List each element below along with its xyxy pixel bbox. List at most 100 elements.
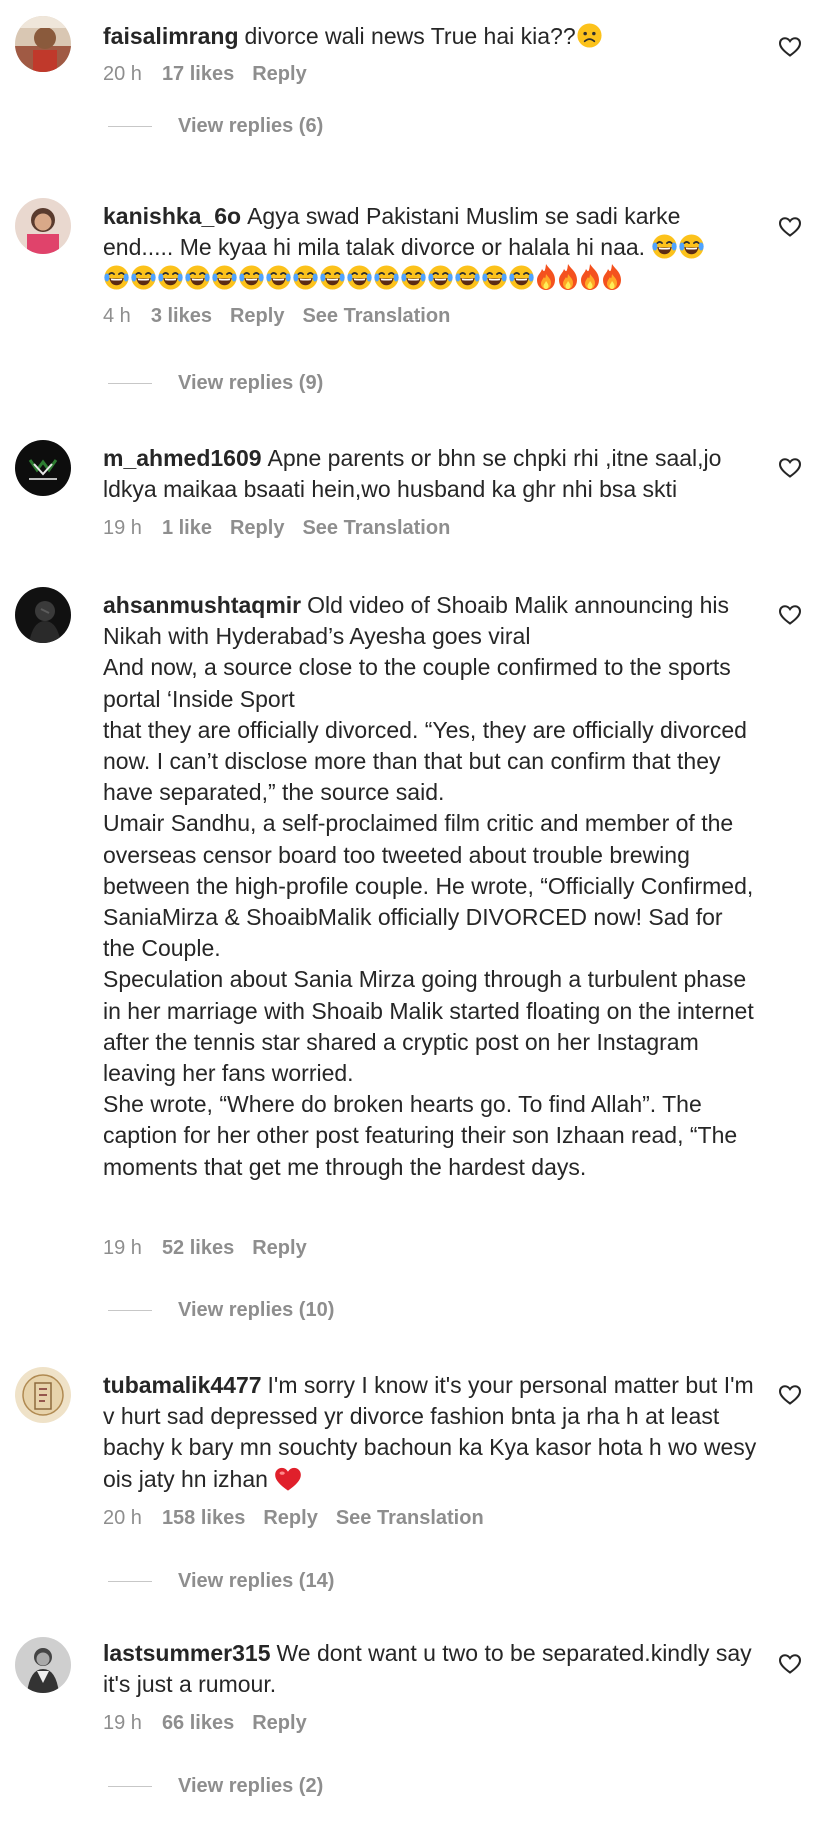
- avatar[interactable]: [15, 1637, 71, 1693]
- comment-likes[interactable]: 52 likes: [162, 1237, 234, 1259]
- comment-body: Umair Sandhu, a self-proclaimed film cri…: [103, 810, 754, 899]
- divider-line: [108, 382, 152, 385]
- reply-button[interactable]: Reply: [263, 1507, 317, 1529]
- view-replies-button[interactable]: View replies (14): [108, 1567, 334, 1595]
- comment-likes[interactable]: 66 likes: [162, 1712, 234, 1734]
- tears-of-joy-emoji: [211, 264, 238, 291]
- sad-face-emoji: [576, 22, 603, 57]
- reply-button[interactable]: Reply: [230, 305, 284, 327]
- comment-text: ahsanmushtaqmir Old video of Shoaib Malik…: [103, 590, 758, 1183]
- tears-of-joy-emoji: [292, 264, 319, 291]
- comment-body: Speculation about Sania Mirza going thro…: [103, 966, 754, 1087]
- tears-of-joy-emoji: [103, 264, 130, 291]
- tears-of-joy-emoji: [481, 264, 508, 291]
- comment-body: that they are officially divorced. “Yes,…: [103, 716, 747, 806]
- comment-username[interactable]: kanishka_6o: [103, 203, 241, 229]
- divider-line: [108, 1309, 152, 1312]
- like-heart-icon[interactable]: [778, 1652, 802, 1676]
- avatar[interactable]: [15, 1367, 71, 1423]
- comment-body: And now, a source close to the couple co…: [103, 654, 731, 712]
- see-translation-button[interactable]: See Translation: [336, 1507, 484, 1529]
- see-translation-button[interactable]: See Translation: [302, 517, 450, 539]
- comment-text: lastsummer315 We dont want u two to be se…: [103, 1638, 758, 1700]
- comment-time: 19 h: [103, 1712, 142, 1734]
- comment-likes[interactable]: 158 likes: [162, 1507, 245, 1529]
- fire-emoji: [579, 263, 601, 291]
- like-heart-icon[interactable]: [778, 35, 802, 59]
- fire-emoji: [557, 263, 579, 291]
- avatar[interactable]: [15, 440, 71, 496]
- comment-username[interactable]: m_ahmed1609: [103, 445, 262, 471]
- tears-of-joy-emoji: [265, 264, 292, 291]
- tears-of-joy-emoji: [346, 264, 373, 291]
- divider-line: [108, 1580, 152, 1583]
- reply-button[interactable]: Reply: [252, 1712, 306, 1734]
- like-heart-icon[interactable]: [778, 1383, 802, 1407]
- reply-button[interactable]: Reply: [252, 1237, 306, 1259]
- tears-of-joy-emoji: [400, 264, 427, 291]
- reply-button[interactable]: Reply: [252, 63, 306, 85]
- tears-of-joy-emoji: [454, 264, 481, 291]
- view-replies-label: View replies (6): [178, 115, 324, 137]
- comment-text: m_ahmed1609 Apne parents or bhn se chpki …: [103, 443, 758, 505]
- tears-of-joy-emoji: [184, 264, 211, 291]
- comment-username[interactable]: faisalimrang: [103, 23, 239, 49]
- see-translation-button[interactable]: See Translation: [302, 305, 450, 327]
- tears-of-joy-emoji: [319, 264, 346, 291]
- tears-of-joy-emoji: [508, 264, 535, 291]
- comment-meta: 20 h 17 likes Reply: [103, 61, 325, 87]
- fire-emoji: [535, 263, 557, 291]
- like-heart-icon[interactable]: [778, 603, 802, 627]
- tears-of-joy-emoji: [157, 264, 184, 291]
- avatar[interactable]: [15, 198, 71, 254]
- tears-of-joy-emoji: [373, 264, 400, 291]
- comment-text: faisalimrang divorce wali news True hai k…: [103, 21, 758, 57]
- comment-username[interactable]: ahsanmushtaqmir: [103, 592, 301, 618]
- view-replies-label: View replies (10): [178, 1299, 335, 1321]
- tears-of-joy-emoji: [678, 233, 705, 260]
- tears-of-joy-emoji: [238, 264, 265, 291]
- comment-username[interactable]: lastsummer315: [103, 1640, 271, 1666]
- comments-list: faisalimrang divorce wali news True hai k…: [0, 0, 820, 1822]
- tears-of-joy-emoji: [427, 264, 454, 291]
- comment-body: Agya swad Pakistani Muslim se sadi karke: [247, 203, 681, 229]
- like-heart-icon[interactable]: [778, 456, 802, 480]
- comment-time: 19 h: [103, 517, 142, 539]
- divider-line: [108, 125, 152, 128]
- comment-time: 20 h: [103, 63, 142, 85]
- comment-meta: 19 h 52 likes Reply: [103, 1235, 325, 1261]
- view-replies-button[interactable]: View replies (6): [108, 112, 323, 140]
- like-heart-icon[interactable]: [778, 215, 802, 239]
- comment-time: 20 h: [103, 1507, 142, 1529]
- avatar[interactable]: [15, 587, 71, 643]
- comment-text: tubamalik4477 I'm sorry I know it's your …: [103, 1370, 758, 1500]
- view-replies-label: View replies (2): [178, 1775, 324, 1797]
- view-replies-button[interactable]: View replies (10): [108, 1296, 334, 1324]
- view-replies-label: View replies (9): [178, 372, 324, 394]
- tears-of-joy-emoji: [651, 233, 678, 260]
- comment-meta: 20 h 158 likes Reply See Translation: [103, 1505, 502, 1531]
- comment-time: 19 h: [103, 1237, 142, 1259]
- view-replies-button[interactable]: View replies (2): [108, 1772, 323, 1800]
- comment-body: divorce wali news True hai kia??: [244, 23, 576, 49]
- view-replies-button[interactable]: View replies (9): [108, 369, 323, 397]
- divider-line: [108, 1785, 152, 1788]
- comment-body: SaniaMirza & ShoaibMalik officially DIVO…: [103, 904, 723, 962]
- comment-time: 4 h: [103, 305, 131, 327]
- comment-body: end..... Me kyaa hi mila talak divorce o…: [103, 234, 646, 261]
- comment-body: She wrote, “Where do broken hearts go. T…: [103, 1091, 738, 1180]
- avatar[interactable]: [15, 16, 71, 72]
- comment-username[interactable]: tubamalik4477: [103, 1372, 262, 1398]
- comment-likes[interactable]: 1 like: [162, 517, 212, 539]
- tears-of-joy-emoji: [130, 264, 157, 291]
- comment-likes[interactable]: 17 likes: [162, 63, 234, 85]
- red-heart-emoji: [274, 1466, 302, 1500]
- fire-emoji: [601, 263, 623, 291]
- comment-meta: 19 h 66 likes Reply: [103, 1710, 325, 1736]
- comment-meta: 19 h 1 like Reply See Translation: [103, 515, 468, 541]
- view-replies-label: View replies (14): [178, 1570, 335, 1592]
- reply-button[interactable]: Reply: [230, 517, 284, 539]
- comment-meta: 4 h 3 likes Reply See Translation: [103, 303, 468, 329]
- comment-likes[interactable]: 3 likes: [151, 305, 212, 327]
- comment-text: kanishka_6o Agya swad Pakistani Muslim se…: [103, 201, 758, 295]
